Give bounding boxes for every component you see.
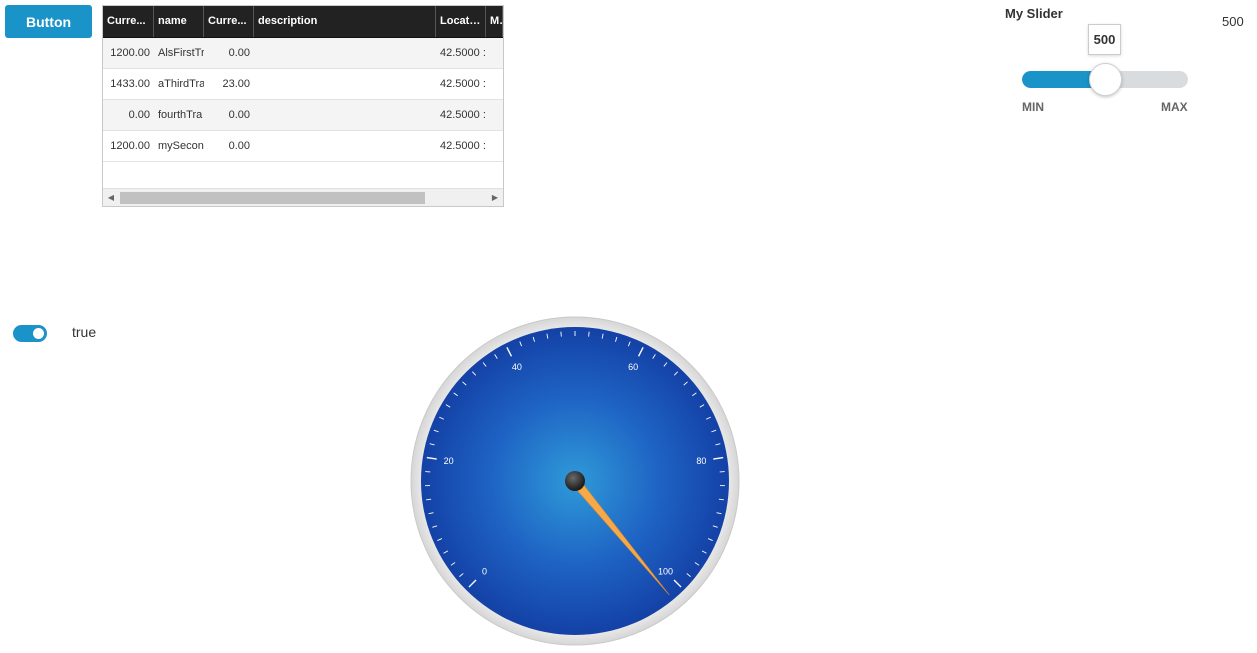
scroll-left-icon[interactable]: ◀ xyxy=(103,189,119,206)
table-cell: 42.5000 : A1 xyxy=(440,47,486,59)
toggle-label: true xyxy=(72,324,97,340)
gauge-tick-label: 40 xyxy=(512,362,522,372)
table-cell: 0.00 xyxy=(228,109,250,121)
column-header[interactable]: description xyxy=(254,6,436,37)
grid-header: Curre... name Curre... description Locat… xyxy=(103,6,503,38)
toggle-knob xyxy=(33,328,44,339)
grid-body: 1200.00 AlsFirstTr 0.00 42.5000 : A1 143… xyxy=(103,38,503,162)
table-cell xyxy=(486,100,503,130)
scroll-right-icon[interactable]: ▶ xyxy=(487,189,503,206)
horizontal-scrollbar[interactable]: ◀ ▶ xyxy=(103,188,503,206)
table-cell: aThirdTra xyxy=(158,78,204,90)
table-cell: 0.00 xyxy=(228,140,250,152)
gauge-cap xyxy=(565,471,585,491)
toggle-switch[interactable] xyxy=(13,325,47,342)
table-cell: 42.5000 : B2 xyxy=(440,140,486,152)
column-header[interactable]: Mo xyxy=(486,6,503,37)
table-cell xyxy=(486,131,503,161)
table-cell: 42.5000 : A1 xyxy=(440,78,486,90)
table-cell: 1433.00 xyxy=(110,78,150,90)
table-cell: 0.00 xyxy=(228,47,250,59)
table-row[interactable]: 1200.00 AlsFirstTr 0.00 42.5000 : A1 xyxy=(103,38,503,69)
gauge-tick-label: 20 xyxy=(444,456,454,466)
slider-thumb[interactable] xyxy=(1088,63,1122,96)
gauge-tick-label: 0 xyxy=(482,567,487,577)
table-cell xyxy=(254,38,436,68)
column-header[interactable]: Location xyxy=(436,6,486,37)
table-row[interactable]: 1200.00 mySecon 0.00 42.5000 : B2 xyxy=(103,131,503,162)
table-cell xyxy=(254,131,436,161)
column-header[interactable]: Curre... xyxy=(204,6,254,37)
table-cell: 0.00 xyxy=(128,109,150,121)
table-row[interactable]: 0.00 fourthTra 0.00 42.5000 : A1 xyxy=(103,100,503,131)
table-cell xyxy=(486,38,503,68)
column-header[interactable]: Curre... xyxy=(103,6,154,37)
gauge-tick-label: 80 xyxy=(696,456,706,466)
slider-tooltip: 500 xyxy=(1088,24,1121,55)
main-button[interactable]: Button xyxy=(5,5,92,38)
table-cell: fourthTra xyxy=(158,109,203,121)
table-cell: 42.5000 : A1 xyxy=(440,109,486,121)
column-header[interactable]: name xyxy=(154,6,204,37)
slider-max-label: MAX xyxy=(1161,100,1188,114)
table-row[interactable]: 1433.00 aThirdTra 23.00 42.5000 : A1 xyxy=(103,69,503,100)
gauge-tick xyxy=(718,498,724,501)
table-cell xyxy=(254,69,436,99)
table-cell: mySecon xyxy=(158,140,204,152)
table-cell: 1200.00 xyxy=(110,140,150,152)
gauge-tick-label: 60 xyxy=(628,362,638,372)
table-cell xyxy=(254,100,436,130)
slider-title: My Slider xyxy=(1005,6,1063,21)
scrollbar-thumb[interactable] xyxy=(120,192,425,204)
table-cell: AlsFirstTr xyxy=(158,47,204,59)
gauge-tick-label: 100 xyxy=(658,567,673,577)
gauge-tick xyxy=(426,498,432,501)
data-grid: Curre... name Curre... description Locat… xyxy=(102,5,504,207)
table-cell: 23.00 xyxy=(222,78,250,90)
table-cell: 1200.00 xyxy=(110,47,150,59)
slider-value: 500 xyxy=(1222,14,1244,29)
slider-min-label: MIN xyxy=(1022,100,1044,114)
radial-gauge: 0 20 40 60 80 100 xyxy=(410,316,740,646)
table-cell xyxy=(486,69,503,99)
